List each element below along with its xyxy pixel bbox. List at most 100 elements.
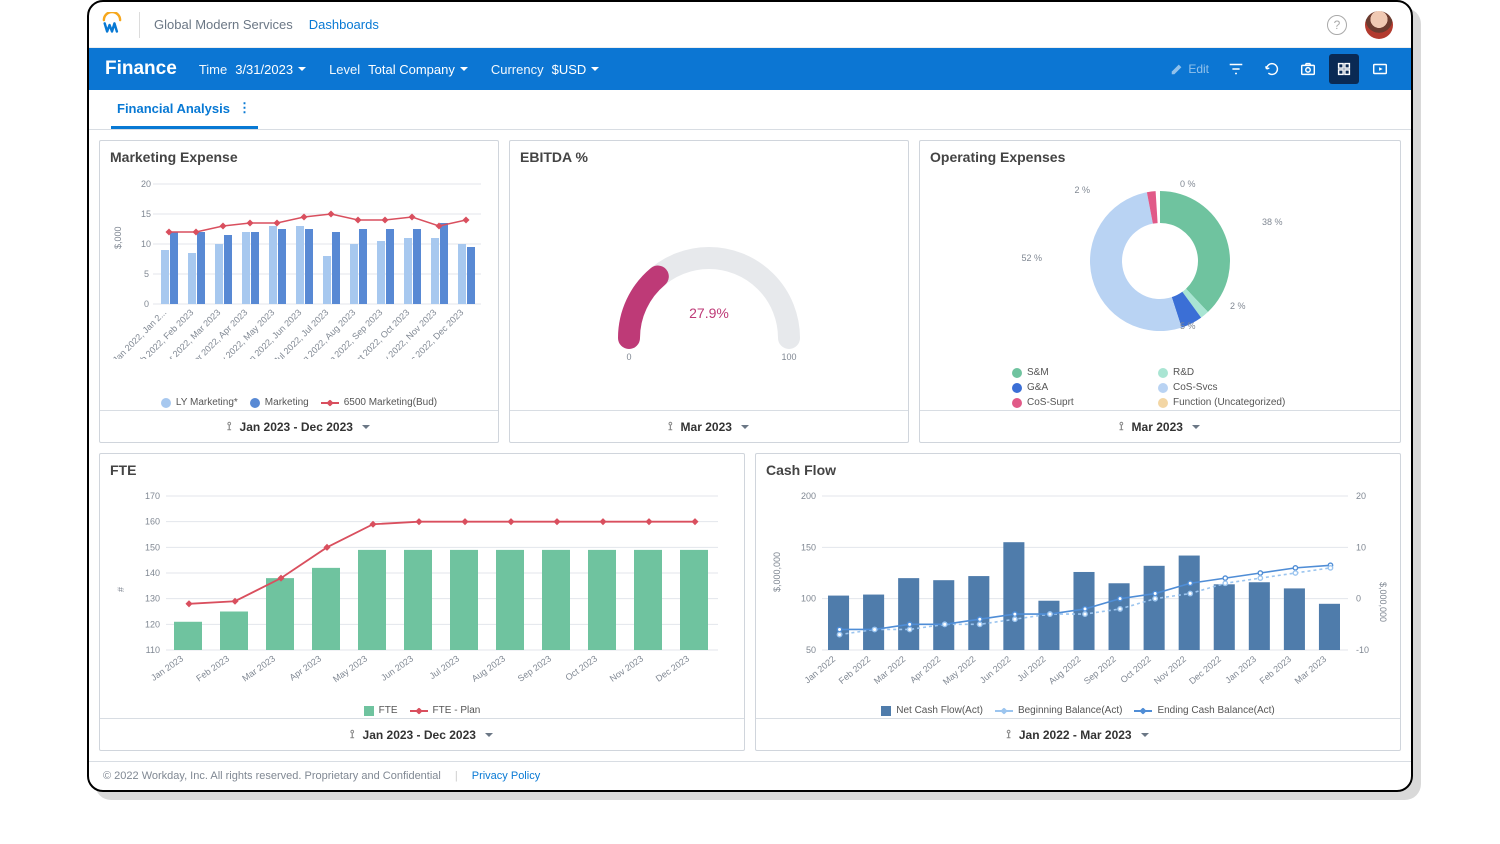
grid-view-icon[interactable] (1329, 54, 1359, 84)
card-operating-expenses: Operating Expenses 38 % 2 % 5 % 52 % 2 %… (919, 140, 1401, 443)
pin-icon: ⟟ (227, 419, 231, 434)
card-title: EBITDA % (510, 141, 908, 169)
svg-text:20: 20 (141, 179, 151, 189)
filter-level-value[interactable]: Total Company (368, 62, 487, 77)
svg-text:Jan 2022: Jan 2022 (802, 654, 837, 685)
tab-financial-analysis[interactable]: Financial Analysis⋮ (111, 100, 258, 129)
svg-text:2 %: 2 % (1074, 185, 1090, 195)
svg-text:Jun 2022: Jun 2022 (978, 654, 1013, 685)
svg-text:110: 110 (146, 645, 160, 655)
help-icon[interactable]: ? (1327, 15, 1347, 35)
privacy-link[interactable]: Privacy Policy (472, 770, 540, 782)
svg-text:5 %: 5 % (1180, 321, 1196, 331)
card-title: Operating Expenses (920, 141, 1400, 169)
svg-text:0: 0 (144, 299, 149, 309)
svg-text:-10: -10 (1356, 645, 1369, 655)
card-range-selector[interactable]: ⟟Jan 2023 - Dec 2023 (100, 718, 744, 750)
tab-row: Financial Analysis⋮ (89, 90, 1411, 130)
svg-text:0 %: 0 % (1180, 179, 1196, 189)
org-name: Global Modern Services (154, 17, 293, 32)
svg-text:150: 150 (801, 542, 816, 552)
card-range-selector[interactable]: ⟟Mar 2023 (510, 410, 908, 442)
svg-text:Nov 2023: Nov 2023 (608, 653, 645, 683)
svg-text:Aug 2023: Aug 2023 (470, 653, 507, 683)
svg-text:38 %: 38 % (1262, 217, 1283, 227)
svg-text:130: 130 (145, 594, 160, 604)
card-title: FTE (100, 454, 744, 482)
svg-text:5: 5 (144, 269, 149, 279)
edit-button[interactable]: Edit (1170, 62, 1209, 76)
filter-bar: Finance Time 3/31/2023 Level Total Compa… (89, 48, 1411, 90)
marketing-expense-chart: 20 15 10 5 0 $,000 Jan 2022, Jan 2...Feb… (108, 169, 490, 359)
filter-time-value[interactable]: 3/31/2023 (235, 62, 325, 77)
user-avatar[interactable] (1365, 11, 1393, 39)
svg-text:May 2023: May 2023 (331, 653, 369, 684)
chart-legend: Net Cash Flow(Act) Beginning Balance(Act… (756, 701, 1400, 718)
filter-currency-value[interactable]: $USD (552, 62, 619, 77)
chart-legend: FTE FTE - Plan (100, 701, 744, 718)
svg-text:Jun 2023: Jun 2023 (379, 653, 415, 682)
kebab-icon[interactable]: ⋮ (238, 100, 252, 116)
snapshot-icon[interactable] (1293, 54, 1323, 84)
pin-icon: ⟟ (1119, 419, 1123, 434)
svg-text:27.9%: 27.9% (689, 305, 729, 321)
svg-text:200: 200 (801, 491, 816, 501)
copyright-text: © 2022 Workday, Inc. All rights reserved… (103, 770, 441, 782)
fte-chart: 110120130140150160170 # Jan 2023Feb 2023… (108, 482, 736, 692)
pin-icon: ⟟ (1006, 727, 1010, 742)
chevron-down-icon (1191, 422, 1201, 432)
svg-text:Apr 2023: Apr 2023 (287, 653, 323, 682)
svg-text:Jan 2023: Jan 2023 (149, 653, 185, 682)
page-footer: © 2022 Workday, Inc. All rights reserved… (89, 761, 1411, 790)
svg-text:Jan 2023: Jan 2023 (1223, 654, 1258, 685)
refresh-icon[interactable] (1257, 54, 1287, 84)
svg-text:Jan 2022, Jan 2...: Jan 2022, Jan 2... (111, 307, 169, 359)
chevron-down-icon (1140, 730, 1150, 740)
svg-text:Feb 2022: Feb 2022 (837, 654, 873, 686)
svg-text:20: 20 (1356, 491, 1366, 501)
svg-text:Mar 2022: Mar 2022 (872, 654, 908, 686)
card-range-selector[interactable]: ⟟Jan 2023 - Dec 2023 (100, 410, 498, 442)
svg-text:100: 100 (781, 352, 796, 362)
chevron-down-icon (484, 730, 494, 740)
cashflow-chart: 50100150200 -1001020 $,000,000 $,000,000… (764, 482, 1392, 692)
svg-text:May 2022: May 2022 (941, 654, 978, 687)
card-range-selector[interactable]: ⟟Mar 2023 (920, 410, 1400, 442)
card-cash-flow: Cash Flow 50100150200 -1001020 $,000,000… (755, 453, 1401, 751)
filter-currency-label: Currency (491, 62, 544, 77)
svg-text:Mar 2023: Mar 2023 (1293, 654, 1329, 686)
pin-icon: ⟟ (668, 419, 672, 434)
card-fte: FTE 110120130140150160170 # Jan 2023Feb … (99, 453, 745, 751)
card-marketing-expense: Marketing Expense 20 15 10 5 0 $,000 (99, 140, 499, 443)
pin-icon: ⟟ (350, 727, 354, 742)
filter-icon[interactable] (1221, 54, 1251, 84)
svg-text:50: 50 (806, 645, 816, 655)
card-ebitda: EBITDA % 27.9% 0 100 ⟟Mar 2023 (509, 140, 909, 443)
chevron-down-icon (297, 62, 307, 77)
card-range-selector[interactable]: ⟟Jan 2022 - Mar 2023 (756, 718, 1400, 750)
chevron-down-icon (361, 422, 371, 432)
svg-text:Oct 2023: Oct 2023 (563, 653, 599, 682)
chevron-down-icon (590, 62, 600, 77)
svg-text:$,000,000: $,000,000 (772, 552, 782, 592)
svg-text:Jul 2023: Jul 2023 (428, 653, 462, 681)
card-title: Marketing Expense (100, 141, 498, 169)
svg-text:150: 150 (145, 542, 160, 552)
breadcrumb-link[interactable]: Dashboards (309, 17, 379, 32)
svg-text:Feb 2023: Feb 2023 (1258, 654, 1294, 686)
workday-logo[interactable] (99, 12, 140, 38)
ebitda-gauge: 27.9% 0 100 (599, 193, 819, 383)
card-title: Cash Flow (756, 454, 1400, 482)
present-icon[interactable] (1365, 54, 1395, 84)
svg-text:100: 100 (801, 594, 816, 604)
svg-text:15: 15 (141, 209, 151, 219)
svg-text:0: 0 (1356, 594, 1361, 604)
svg-text:170: 170 (145, 491, 160, 501)
svg-text:52 %: 52 % (1021, 253, 1042, 263)
svg-text:Dec 2023: Dec 2023 (654, 653, 691, 683)
chevron-down-icon (740, 422, 750, 432)
chevron-down-icon (459, 62, 469, 77)
svg-text:10: 10 (141, 239, 151, 249)
svg-text:120: 120 (145, 619, 160, 629)
svg-text:Dec 2022: Dec 2022 (1187, 654, 1223, 686)
